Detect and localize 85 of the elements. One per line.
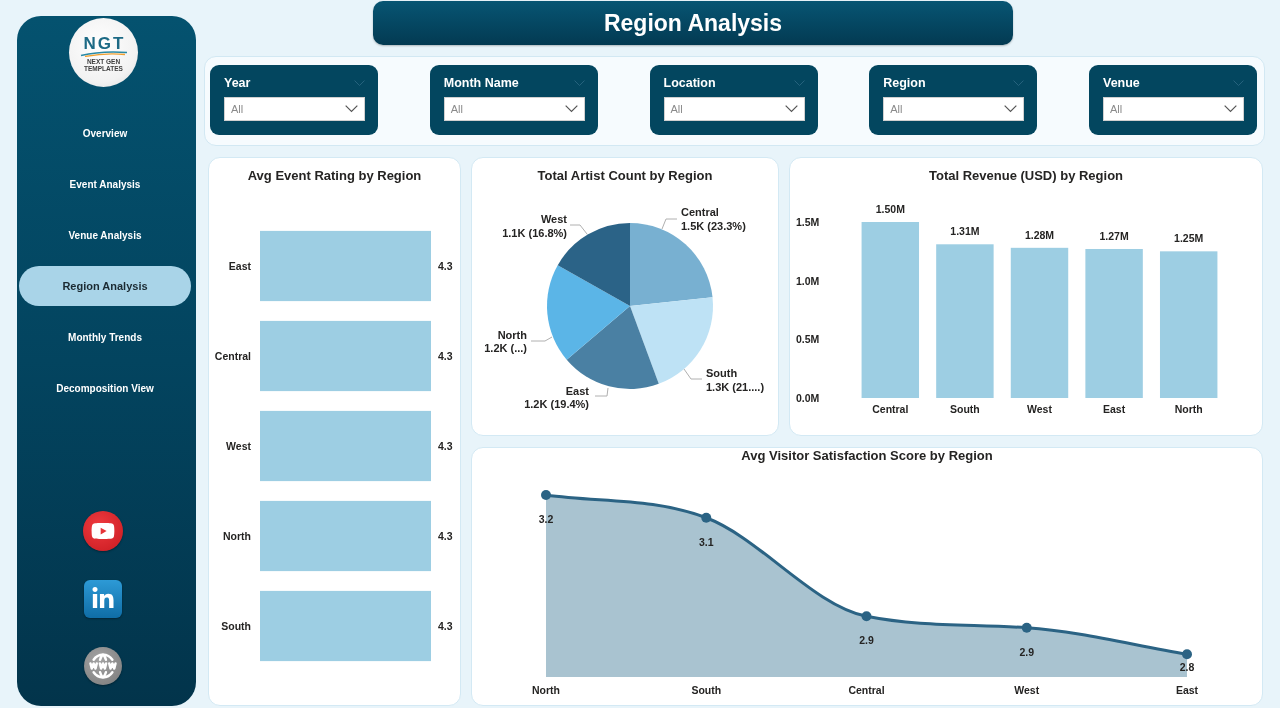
filter-label: Region (883, 75, 926, 91)
chevron-icon (1233, 79, 1244, 86)
category-label: North (223, 530, 251, 542)
value-label: 3.1 (698, 535, 714, 548)
filter-dropdown[interactable]: All (224, 97, 365, 121)
chevron-icon (1013, 79, 1025, 86)
slice-value: 1.2K (19.4%) (524, 398, 589, 410)
nav-item[interactable]: Decomposition View (19, 368, 191, 408)
globe-icon[interactable] (84, 647, 122, 685)
value-label: 3.2 (538, 513, 554, 525)
chart-title: Total Revenue (USD) by Region (928, 168, 1124, 184)
data-point (1021, 622, 1032, 633)
nav-item[interactable]: Event Analysis (19, 164, 191, 204)
value-label: 4.3 (438, 620, 453, 632)
value-label: 4.3 (438, 440, 453, 452)
category-label: West (1014, 684, 1040, 696)
chevron-icon (1004, 105, 1018, 113)
data-point (1182, 649, 1192, 660)
category-label: North (1174, 403, 1203, 415)
category-label: Central (848, 684, 885, 696)
value-label: 1.25M (1174, 232, 1204, 245)
category-label: West (1027, 403, 1052, 415)
data-point (541, 490, 551, 500)
axis-label: 0.5M (796, 333, 820, 346)
category-label: Central (214, 350, 251, 362)
filter-dropdown[interactable]: All (443, 97, 585, 121)
value-label: 1.28M (1024, 228, 1055, 241)
chevron-icon (345, 105, 358, 113)
category-label: South (691, 684, 722, 696)
chevron-icon (1224, 105, 1237, 113)
chevron-icon (564, 105, 578, 113)
youtube-icon[interactable] (83, 511, 123, 551)
value-label: 2.9 (1019, 645, 1035, 658)
logo-text: NGT (82, 35, 126, 52)
filter-label: Location (663, 75, 716, 91)
axis-label: 1.5M (796, 216, 820, 228)
filter-label: Venue (1103, 75, 1140, 91)
value-label: 1.50M (875, 203, 905, 215)
value-label: 4.3 (438, 350, 453, 362)
filter-label: Year (224, 75, 251, 91)
category-label: East (1103, 403, 1126, 415)
page-title: Region Analysis (373, 1, 1013, 45)
linkedin-icon[interactable] (84, 580, 122, 618)
filter-dropdown[interactable]: All (663, 97, 805, 121)
category-label: North (532, 684, 560, 696)
chart-title: Avg Visitor Satisfaction Score by Region (741, 448, 993, 464)
axis-label: 0.0M (796, 392, 820, 404)
slice-value: 1.2K (...) (484, 342, 527, 354)
slice-label: South (706, 367, 738, 379)
category-label: Central (872, 403, 909, 415)
nav-item[interactable]: Region Analysis (19, 266, 191, 306)
nav-item[interactable]: Overview (19, 113, 191, 153)
slice-value: 1.3K (21....) (706, 381, 765, 393)
value-label: 2.8 (1179, 660, 1195, 673)
value-label: 4.3 (438, 260, 453, 272)
chevron-icon (573, 79, 585, 86)
axis-label: 1.0M (796, 274, 820, 287)
slice-value: 1.1K (16.8%) (502, 227, 567, 239)
category-label: East (1175, 684, 1199, 696)
chevron-icon (784, 105, 798, 113)
value-label: 1.27M (1099, 230, 1129, 242)
category-label: East (228, 260, 251, 272)
chart-title: Avg Event Rating by Region (247, 168, 422, 184)
slice-label: North (497, 329, 527, 341)
value-label: 1.31M (950, 225, 980, 238)
wave-icon (79, 50, 128, 57)
value-label: 2.9 (859, 634, 874, 647)
nav-item[interactable]: Monthly Trends (19, 317, 191, 357)
slice-label: East (565, 385, 589, 397)
category-label: South (950, 403, 980, 415)
filter-dropdown[interactable]: All (883, 97, 1025, 121)
slice-value: 1.5K (23.3%) (681, 220, 746, 232)
filter-dropdown[interactable]: All (1103, 97, 1244, 121)
filter-label: Month Name (443, 75, 519, 91)
chart-title: Total Artist Count by Region (537, 168, 713, 184)
slice-label: West (540, 213, 567, 225)
data-point (701, 512, 712, 523)
data-point (861, 611, 872, 622)
chevron-icon (793, 79, 805, 86)
nav-item[interactable]: Venue Analysis (19, 215, 191, 255)
value-label: 4.3 (438, 530, 453, 542)
chevron-icon (354, 79, 365, 86)
category-label: West (226, 440, 251, 452)
category-label: South (221, 620, 251, 632)
slice-label: Central (681, 206, 719, 218)
